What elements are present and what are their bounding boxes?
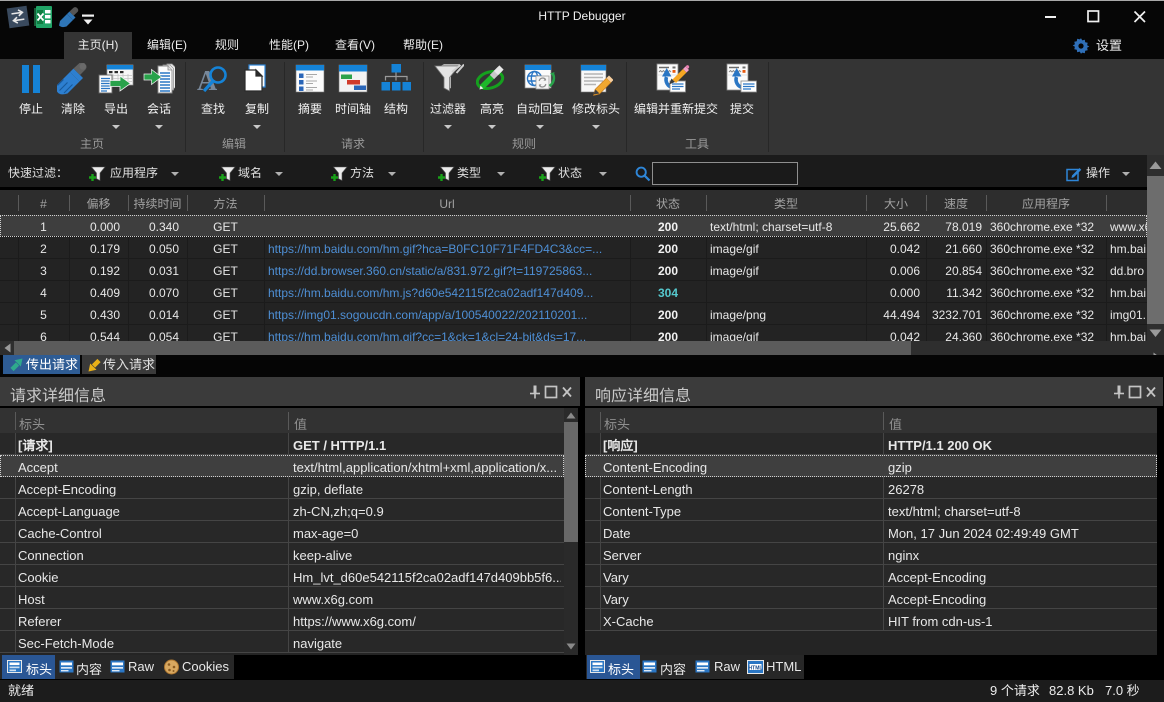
svg-text:HTML: HTML <box>748 665 762 671</box>
